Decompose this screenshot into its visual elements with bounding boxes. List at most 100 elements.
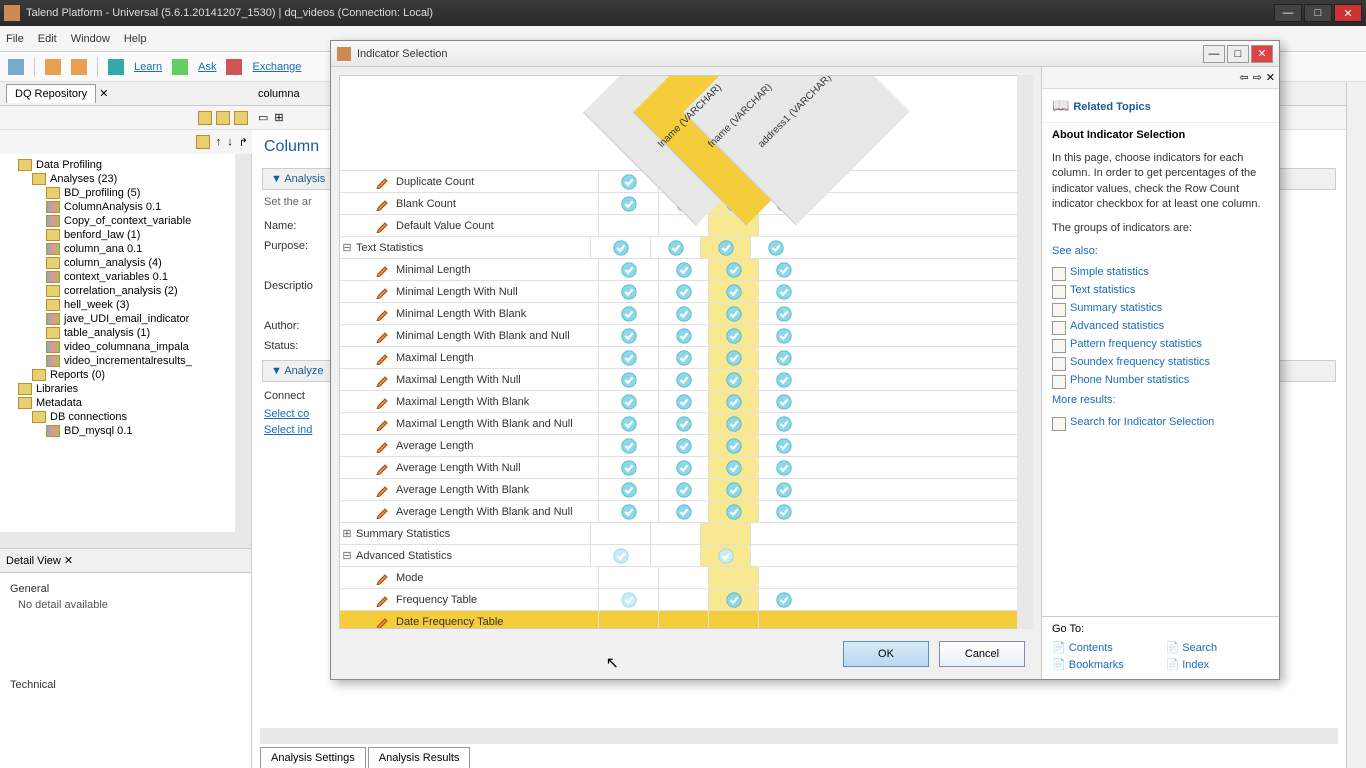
ok-button[interactable]: OK [843,641,929,667]
grid-cell[interactable] [598,457,658,478]
tree-scrollbar-v[interactable] [235,154,251,532]
grid-cell[interactable] [758,325,808,346]
repo-tree[interactable]: Data ProfilingAnalyses (23)BD_profiling … [0,154,252,548]
grid-cell[interactable] [598,325,658,346]
cancel-button[interactable]: Cancel [939,641,1025,667]
indicator-grid[interactable]: lname (VARCHAR)fname (VARCHAR)address1 (… [339,75,1019,629]
indicator-row[interactable]: Maximal Length With Null [340,368,1018,390]
indicator-row[interactable]: Mode [340,566,1018,588]
menu-window[interactable]: Window [71,33,110,45]
help-fwd-icon[interactable]: ⇨ [1253,71,1262,84]
grid-cell[interactable] [708,281,758,302]
tree-item[interactable]: BD_profiling (5) [4,186,247,200]
grid-cell[interactable] [590,545,650,566]
grid-cell[interactable] [708,413,758,434]
indicator-row[interactable]: Maximal Length With Blank and Null [340,412,1018,434]
grid-cell[interactable] [658,611,708,629]
tree-item[interactable]: Libraries [4,382,247,396]
analysis-results-tab[interactable]: Analysis Results [368,747,471,768]
grid-cell[interactable] [658,479,708,500]
grid-cell[interactable] [598,413,658,434]
grid-cell[interactable] [758,347,808,368]
tree-item[interactable]: column_analysis (4) [4,256,247,270]
help-link[interactable]: Simple statistics [1042,263,1279,281]
grid-cell[interactable] [598,589,658,610]
tree-item[interactable]: Data Profiling [4,158,247,172]
grid-cell[interactable] [658,347,708,368]
editor-scrollbar-h[interactable] [260,728,1338,744]
tree-item[interactable]: correlation_analysis (2) [4,284,247,298]
indicator-row[interactable]: Default Value Count [340,214,1018,236]
grid-cell[interactable] [658,501,708,522]
indicator-row[interactable]: Minimal Length With Null [340,280,1018,302]
tb-icon-1[interactable] [45,59,61,75]
grid-cell[interactable] [598,501,658,522]
editor-tab[interactable]: columna [258,88,300,100]
indicator-row[interactable]: Frequency Table [340,588,1018,610]
grid-cell[interactable] [708,259,758,280]
goto-link[interactable]: 📄 Contents [1052,641,1156,654]
tree-item[interactable]: Analyses (23) [4,172,247,186]
indicator-row[interactable]: Average Length With Blank [340,478,1018,500]
expand-icon[interactable]: ⊞ [274,111,283,124]
indicator-row[interactable]: Minimal Length [340,258,1018,280]
dialog-maximize-button[interactable]: □ [1227,45,1249,63]
tree-item[interactable]: Reports (0) [4,368,247,382]
repo-tb-icon[interactable] [198,111,212,125]
grid-cell[interactable] [708,611,758,629]
help-link[interactable]: Text statistics [1042,281,1279,299]
grid-cell[interactable] [750,237,800,258]
tree-item[interactable]: BD_mysql 0.1 [4,424,247,438]
grid-cell[interactable] [708,501,758,522]
grid-cell[interactable] [758,369,808,390]
indicator-row[interactable]: Minimal Length With Blank and Null [340,324,1018,346]
grid-cell[interactable] [658,457,708,478]
indicator-row[interactable]: Average Length With Null [340,456,1018,478]
goto-link[interactable]: 📄 Search [1166,641,1270,654]
grid-cell[interactable] [658,325,708,346]
tree-item[interactable]: Metadata [4,396,247,410]
help-link[interactable]: Phone Number statistics [1042,371,1279,389]
grid-cell[interactable] [708,567,758,588]
tree-item[interactable]: hell_week (3) [4,298,247,312]
ask-link[interactable]: Ask [198,61,216,73]
grid-scrollbar-v[interactable] [1017,75,1033,629]
indicator-row[interactable]: Average Length [340,434,1018,456]
grid-cell[interactable] [708,589,758,610]
help-search-link[interactable]: Search for Indicator Selection [1042,413,1279,431]
grid-cell[interactable] [758,457,808,478]
grid-cell[interactable] [708,435,758,456]
repo-tb-icon[interactable] [216,111,230,125]
grid-cell[interactable] [708,457,758,478]
grid-cell[interactable] [598,369,658,390]
collapse-icon[interactable]: ▭ [258,111,268,124]
grid-cell[interactable] [658,281,708,302]
indicator-group-row[interactable]: ⊟Text Statistics [340,236,1018,258]
help-link[interactable]: Pattern frequency statistics [1042,335,1279,353]
help-link[interactable]: Soundex frequency statistics [1042,353,1279,371]
tree-item[interactable]: benford_law (1) [4,228,247,242]
tree-item[interactable]: video_incrementalresults_ [4,354,247,368]
indicator-row[interactable]: Minimal Length With Blank [340,302,1018,324]
grid-cell[interactable] [758,281,808,302]
grid-cell[interactable] [758,589,808,610]
arrow-down-icon[interactable]: ↓ [227,136,233,148]
grid-cell[interactable] [750,545,800,566]
learn-link[interactable]: Learn [134,61,162,73]
grid-cell[interactable] [658,303,708,324]
dialog-minimize-button[interactable]: — [1203,45,1225,63]
right-collapsed-pane[interactable] [1346,82,1366,768]
grid-cell[interactable] [598,567,658,588]
grid-cell[interactable] [598,391,658,412]
indicator-row[interactable]: Average Length With Blank and Null [340,500,1018,522]
tree-item[interactable]: DB connections [4,410,247,424]
dialog-close-button[interactable]: ✕ [1251,45,1273,63]
grid-cell[interactable] [598,193,658,214]
grid-cell[interactable] [758,259,808,280]
grid-cell[interactable] [750,523,800,544]
grid-cell[interactable] [758,611,808,629]
grid-cell[interactable] [700,523,750,544]
minimize-button[interactable]: — [1274,4,1302,22]
tree-item[interactable]: video_columnana_impala [4,340,247,354]
grid-cell[interactable] [658,369,708,390]
